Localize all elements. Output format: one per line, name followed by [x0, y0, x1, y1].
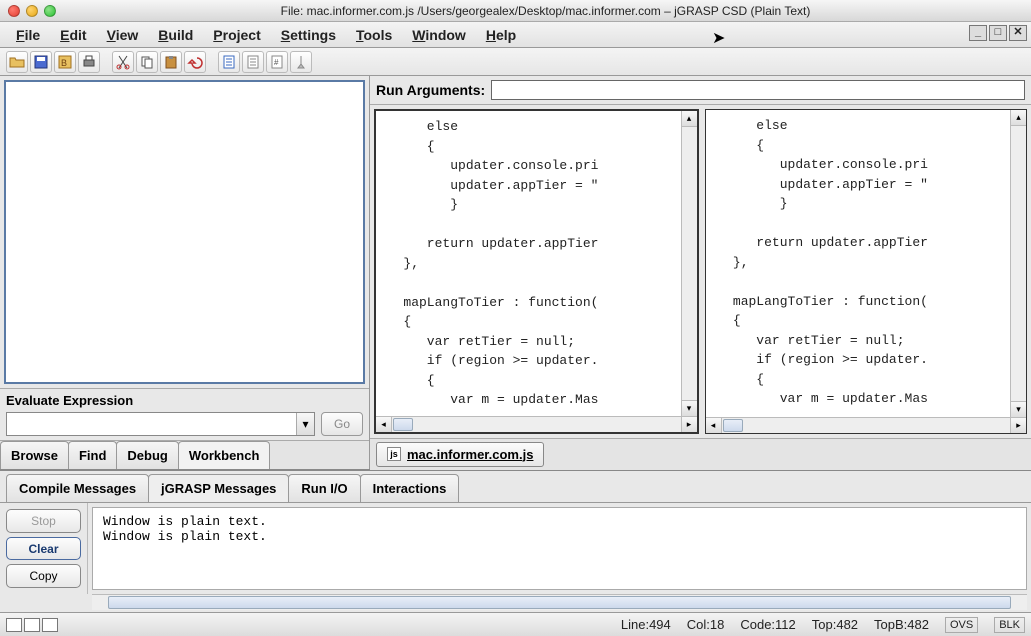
run-arguments-label: Run Arguments: [376, 82, 485, 98]
svg-text:#: # [274, 58, 279, 67]
message-output[interactable]: Window is plain text. Window is plain te… [92, 507, 1027, 590]
copy-icon[interactable] [136, 51, 158, 73]
svg-text:B: B [61, 58, 67, 68]
window-title: File: mac.informer.com.js /Users/georgea… [68, 4, 1023, 18]
message-tabs: Compile Messages jGRASP Messages Run I/O… [0, 471, 1031, 502]
editor-right[interactable]: else { updater.console.pri updater.appTi… [705, 109, 1028, 434]
left-panel: Evaluate Expression ▾ Go Browse Find Deb… [0, 76, 370, 469]
menu-window[interactable]: Window [402, 23, 476, 47]
csd-remove-icon[interactable] [242, 51, 264, 73]
file-tab-label: mac.informer.com.js [407, 447, 533, 462]
open-file-icon[interactable] [6, 51, 28, 73]
status-layout-icons[interactable] [6, 618, 58, 632]
chevron-down-icon[interactable]: ▾ [296, 413, 314, 435]
title-bar: File: mac.informer.com.js /Users/georgea… [0, 0, 1031, 22]
menu-file[interactable]: File [6, 23, 50, 47]
status-col: Col:18 [687, 617, 725, 632]
traffic-lights [8, 5, 56, 17]
print-icon[interactable] [78, 51, 100, 73]
left-tabs: Browse Find Debug Workbench [0, 440, 369, 469]
status-top: Top:482 [812, 617, 858, 632]
evaluate-expression-panel: Evaluate Expression ▾ Go [0, 388, 369, 440]
code-text-right[interactable]: else { updater.console.pri updater.appTi… [706, 110, 1027, 417]
minimize-window-icon[interactable] [26, 5, 38, 17]
tab-debug[interactable]: Debug [116, 441, 178, 469]
run-arguments-input[interactable] [491, 80, 1025, 100]
menu-build[interactable]: Build [148, 23, 203, 47]
main-area: Evaluate Expression ▾ Go Browse Find Deb… [0, 76, 1031, 469]
horizontal-scrollbar[interactable]: ◂▸ [706, 417, 1027, 433]
save-backup-icon[interactable]: B [54, 51, 76, 73]
menu-view[interactable]: View [97, 23, 149, 47]
cut-icon[interactable] [112, 51, 134, 73]
code-text-left[interactable]: else { updater.console.pri updater.appTi… [376, 111, 697, 416]
message-hscroll[interactable] [92, 594, 1027, 610]
horizontal-scrollbar[interactable]: ◂▸ [376, 416, 697, 432]
layout-2-icon[interactable] [24, 618, 40, 632]
status-bar: Line:494 Col:18 Code:112 Top:482 TopB:48… [0, 612, 1031, 636]
status-blk[interactable]: BLK [994, 617, 1025, 633]
layout-3-icon[interactable] [42, 618, 58, 632]
tab-interactions[interactable]: Interactions [360, 474, 460, 502]
tab-compile-messages[interactable]: Compile Messages [6, 474, 149, 502]
close-window-icon[interactable] [8, 5, 20, 17]
menu-edit[interactable]: Edit [50, 23, 96, 47]
vertical-scrollbar[interactable]: ▴▾ [681, 111, 697, 416]
evaluate-combo[interactable]: ▾ [6, 412, 315, 436]
menu-help[interactable]: Help [476, 23, 526, 47]
menu-project[interactable]: Project [203, 23, 270, 47]
pin-icon[interactable] [290, 51, 312, 73]
project-tree[interactable] [4, 80, 365, 384]
menu-bar: File Edit View Build Project Settings To… [0, 22, 1031, 48]
line-numbers-icon[interactable]: # [266, 51, 288, 73]
tab-find[interactable]: Find [68, 441, 117, 469]
paste-icon[interactable] [160, 51, 182, 73]
status-code: Code:112 [740, 617, 795, 632]
save-icon[interactable] [30, 51, 52, 73]
file-tab-row: js mac.informer.com.js [370, 438, 1031, 470]
file-icon: js [387, 447, 401, 461]
menu-tools[interactable]: Tools [346, 23, 402, 47]
layout-1-icon[interactable] [6, 618, 22, 632]
vertical-scrollbar[interactable]: ▴▾ [1010, 110, 1026, 417]
file-tab[interactable]: js mac.informer.com.js [376, 442, 544, 467]
tab-jgrasp-messages[interactable]: jGRASP Messages [148, 474, 289, 502]
minimize-icon[interactable]: _ [969, 25, 987, 41]
maximize-icon[interactable]: □ [989, 25, 1007, 41]
editor-split: else { updater.console.pri updater.appTi… [370, 105, 1031, 438]
zoom-window-icon[interactable] [44, 5, 56, 17]
close-icon[interactable]: ✕ [1009, 25, 1027, 41]
menu-settings[interactable]: Settings [271, 23, 346, 47]
status-topb: TopB:482 [874, 617, 929, 632]
copy-button[interactable]: Copy [6, 564, 81, 588]
status-line: Line:494 [621, 617, 671, 632]
editor-panel: Run Arguments: else { updater.console.pr… [370, 76, 1031, 469]
undo-icon[interactable] [184, 51, 206, 73]
csd-generate-icon[interactable] [218, 51, 240, 73]
clear-button[interactable]: Clear [6, 537, 81, 561]
run-arguments-row: Run Arguments: [370, 76, 1031, 105]
go-button[interactable]: Go [321, 412, 363, 436]
evaluate-label: Evaluate Expression [6, 393, 363, 408]
tab-workbench[interactable]: Workbench [178, 441, 271, 469]
evaluate-input[interactable] [7, 413, 296, 435]
message-buttons: Stop Clear Copy [0, 503, 88, 594]
tab-browse[interactable]: Browse [0, 441, 69, 469]
tab-run-io[interactable]: Run I/O [288, 474, 360, 502]
stop-button[interactable]: Stop [6, 509, 81, 533]
editor-left[interactable]: else { updater.console.pri updater.appTi… [374, 109, 699, 434]
messages-panel: Compile Messages jGRASP Messages Run I/O… [0, 469, 1031, 610]
status-ovs[interactable]: OVS [945, 617, 978, 633]
toolbar: B # [0, 48, 1031, 76]
